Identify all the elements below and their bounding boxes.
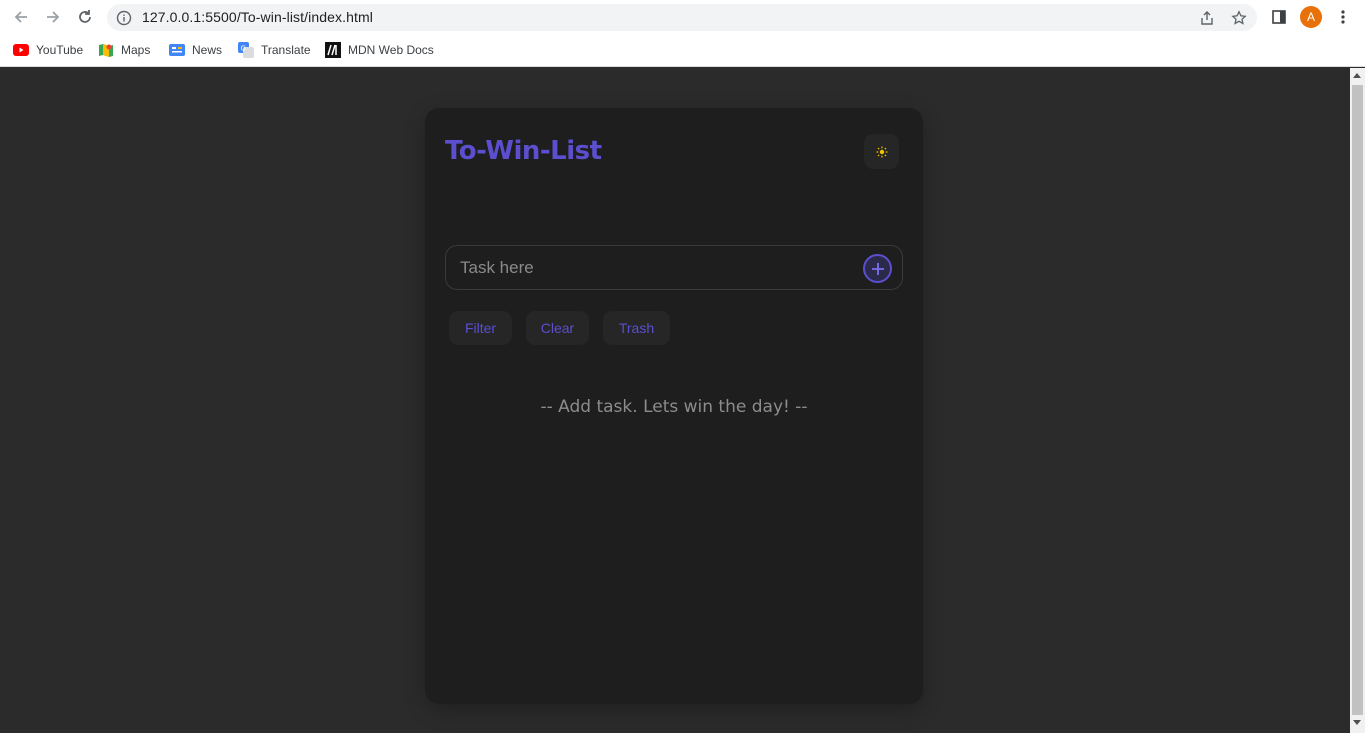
menu-kebab-icon[interactable] [1331,5,1355,29]
share-icon[interactable] [1197,8,1217,28]
bookmark-translate[interactable]: G Translate [238,40,311,60]
theme-toggle-button[interactable] [864,134,899,169]
scroll-up-icon[interactable] [1353,73,1361,78]
bookmark-label: Maps [121,43,151,57]
bookmark-label: Translate [261,43,311,57]
arrow-left-icon [14,11,27,23]
address-bar[interactable]: 127.0.0.1:5500/To-win-list/index.html [107,4,1257,31]
todo-card: To-Win-List Filter Clear Trash -- Add ta… [425,108,923,704]
page-scrollbar[interactable] [1350,68,1365,733]
forward-button[interactable] [41,5,65,29]
task-input-container [445,245,903,290]
empty-state-message: -- Add task. Lets win the day! -- [540,397,808,417]
mdn-icon [325,42,341,58]
sun-icon [876,146,887,157]
translate-icon: G [238,42,254,58]
back-button[interactable] [9,5,33,29]
bookmark-label: News [192,43,223,57]
filter-button[interactable]: Filter [449,311,512,345]
bookmarks-bar: YouTube Maps News G Translate MDN Web Do… [0,34,1365,67]
bookmark-mdn[interactable]: MDN Web Docs [325,40,434,60]
clear-button[interactable]: Clear [526,311,589,345]
bookmark-label: YouTube [36,43,84,57]
arrow-right-icon [47,11,60,23]
side-panel-icon[interactable] [1267,5,1291,29]
info-icon[interactable] [114,8,134,28]
browser-toolbar: 127.0.0.1:5500/To-win-list/index.html A [0,0,1365,34]
trash-button[interactable]: Trash [603,311,670,345]
add-task-button[interactable] [863,254,892,283]
maps-icon [98,42,114,58]
bookmark-news[interactable]: News [169,40,222,60]
reload-button[interactable] [73,5,97,29]
task-input[interactable] [460,256,850,280]
bookmark-youtube[interactable]: YouTube [13,40,83,60]
youtube-icon [13,42,29,58]
svg-text:G: G [241,45,246,53]
plus-icon [871,262,884,275]
bookmark-label: MDN Web Docs [348,43,434,57]
app-title: To-Win-List [445,136,602,166]
url-text[interactable]: 127.0.0.1:5500/To-win-list/index.html [142,9,373,25]
bookmark-star-icon[interactable] [1229,8,1249,28]
bookmark-maps[interactable]: Maps [98,40,150,60]
news-icon [169,42,185,58]
reload-icon [79,10,91,23]
profile-avatar[interactable]: A [1300,6,1322,28]
scrollbar-thumb[interactable] [1352,85,1363,715]
scroll-down-icon[interactable] [1353,720,1361,725]
